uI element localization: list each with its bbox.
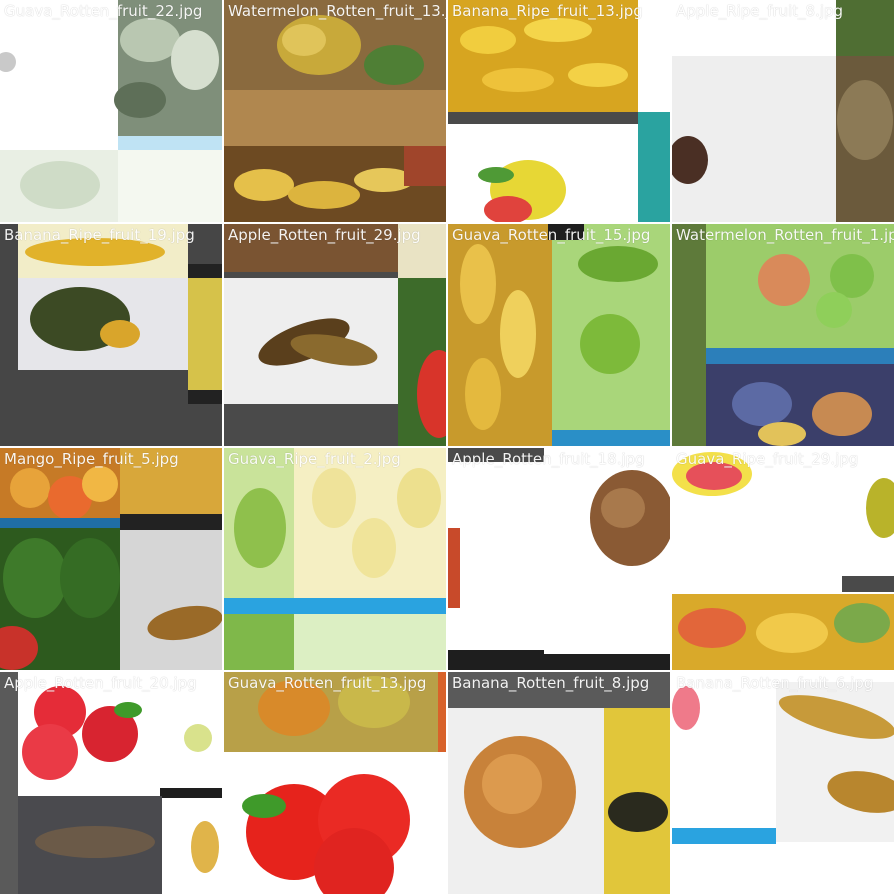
image-tile: Guava_Ripe_fruit_29.jpg — [672, 448, 894, 670]
tile-image — [672, 224, 894, 446]
image-tile: Watermelon_Rotten_fruit_13.jpg — [224, 0, 446, 222]
image-tile: Guava_Rotten_fruit_22.jpg — [0, 0, 222, 222]
tile-image — [448, 448, 670, 670]
tile-image — [224, 224, 446, 446]
tile-image — [448, 0, 670, 222]
image-tile: Watermelon_Rotten_fruit_1.jpg — [672, 224, 894, 446]
tile-image — [0, 672, 222, 894]
image-tile: Apple_Ripe_fruit_8.jpg — [672, 0, 894, 222]
tile-image — [448, 224, 670, 446]
tile-image — [224, 672, 446, 894]
tile-image — [672, 672, 894, 894]
image-tile: Guava_Ripe_fruit_2.jpg — [224, 448, 446, 670]
tile-image — [672, 448, 894, 670]
tile-image — [224, 448, 446, 670]
tile-image — [0, 0, 222, 222]
tile-image — [0, 448, 222, 670]
image-tile: Guava_Rotten_fruit_13.jpg — [224, 672, 446, 894]
tile-image — [448, 672, 670, 894]
image-tile: Apple_Rotten_fruit_20.jpg — [0, 672, 222, 894]
image-grid: Guava_Rotten_fruit_22.jpg Watermelon_Rot… — [0, 0, 896, 896]
image-tile: Banana_Ripe_fruit_19.jpg — [0, 224, 222, 446]
tile-image — [224, 0, 446, 222]
image-tile: Mango_Ripe_fruit_5.jpg — [0, 448, 222, 670]
image-tile: Apple_Rotten_fruit_29.jpg — [224, 224, 446, 446]
image-tile: Banana_Ripe_fruit_13.jpg — [448, 0, 670, 222]
image-tile: Guava_Rotten_fruit_15.jpg — [448, 224, 670, 446]
image-tile: Banana_Rotten_fruit_6.jpg — [672, 672, 894, 894]
tile-image — [0, 224, 222, 446]
tile-image — [672, 0, 894, 222]
image-tile: Apple_Rotten_fruit_18.jpg — [448, 448, 670, 670]
image-tile: Banana_Rotten_fruit_8.jpg — [448, 672, 670, 894]
